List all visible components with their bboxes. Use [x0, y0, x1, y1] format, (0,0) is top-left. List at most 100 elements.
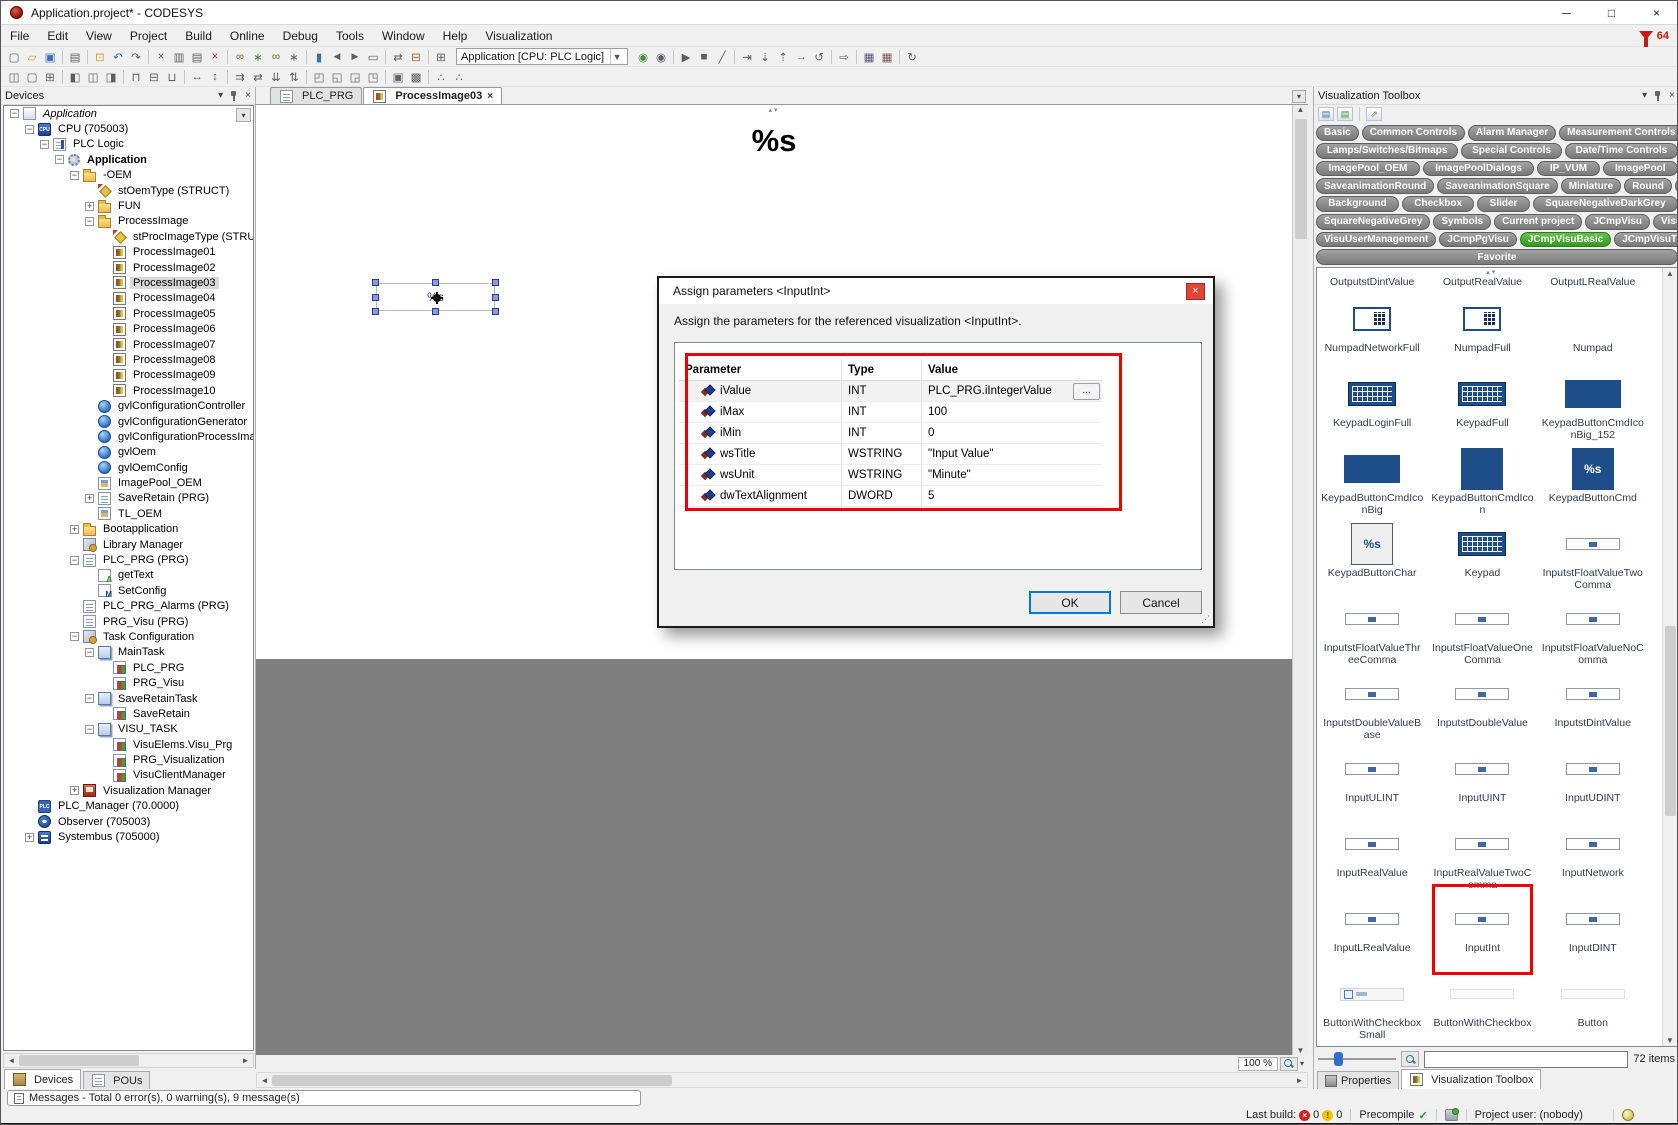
- category-button[interactable]: Favorite: [1316, 249, 1678, 265]
- minimize-button[interactable]: ─: [1544, 1, 1589, 24]
- menu-item-visualization[interactable]: Visualization: [476, 25, 561, 47]
- search-button[interactable]: [1401, 1051, 1419, 1067]
- tree-item[interactable]: gvlConfigurationGenerator: [4, 414, 253, 429]
- previous-bookmark-icon[interactable]: ◄: [328, 48, 346, 65]
- tree-item[interactable]: gvlOemConfig: [4, 460, 253, 475]
- insert-frame-icon[interactable]: ▤: [1337, 107, 1353, 121]
- run-to-cursor-icon[interactable]: →: [792, 48, 810, 65]
- param-value-cell[interactable]: "Minute": [922, 465, 1102, 485]
- tree-item[interactable]: SaveRetain: [4, 706, 253, 721]
- scrollbar-thumb[interactable]: [19, 1055, 139, 1066]
- tree-expander-icon[interactable]: +: [70, 525, 79, 534]
- align-hcenter-icon[interactable]: ⊟: [145, 68, 163, 85]
- pin-icon[interactable]: [229, 90, 239, 102]
- menu-item-build[interactable]: Build: [176, 25, 221, 47]
- toolbox-item[interactable]: Button: [1538, 969, 1648, 1044]
- panel-tab-visualization-toolbox[interactable]: Visualization Toolbox: [1401, 1069, 1541, 1089]
- category-button[interactable]: Slider: [1477, 196, 1529, 212]
- parameter-row[interactable]: iValueINTPLC_PRG.iIntegerValue...: [679, 381, 1102, 402]
- tree-item[interactable]: +Systembus (705000): [4, 829, 253, 844]
- menu-item-file[interactable]: File: [1, 25, 38, 47]
- space-horizontal-icon[interactable]: ⇉: [231, 68, 249, 85]
- pragma-filter-icon[interactable]: [1639, 31, 1653, 40]
- tree-expander-icon[interactable]: −: [55, 155, 64, 164]
- tree-item[interactable]: +Bootapplication: [4, 522, 253, 537]
- bring-to-front-icon[interactable]: ◲: [346, 68, 364, 85]
- resize-handle[interactable]: [492, 308, 499, 315]
- category-button[interactable]: ImagePoolDialogs: [1423, 161, 1535, 177]
- tree-item[interactable]: −MainTask: [4, 645, 253, 660]
- panel-menu-icon[interactable]: ▾: [1642, 90, 1647, 101]
- toolbox-item[interactable]: OutputRealValue: [1427, 274, 1537, 288]
- space-vertical-icon[interactable]: ⇊: [267, 68, 285, 85]
- tree-item[interactable]: ProcessImage02: [4, 260, 253, 275]
- tree-item[interactable]: ProcessImage05: [4, 306, 253, 321]
- bookmark-icon[interactable]: ▮: [310, 48, 328, 65]
- toolbox-item[interactable]: ButtonWithCheckbox: [1427, 969, 1537, 1044]
- param-value-cell[interactable]: PLC_PRG.iIntegerValue...: [922, 381, 1102, 401]
- menu-item-window[interactable]: Window: [373, 25, 434, 47]
- toolbox-item[interactable]: InputRealValue: [1317, 819, 1427, 894]
- tree-item[interactable]: −SaveRetainTask: [4, 691, 253, 706]
- sidebar-tab-pous[interactable]: POUs: [83, 1071, 150, 1089]
- category-button[interactable]: Checkbox: [1402, 196, 1474, 212]
- find-icon[interactable]: ∞: [231, 48, 249, 65]
- replace-next-icon[interactable]: ∗: [285, 48, 303, 65]
- pin-icon[interactable]: [1653, 90, 1663, 102]
- rotation-anchor-icon[interactable]: [433, 294, 441, 302]
- tree-expander-icon[interactable]: +: [85, 494, 94, 503]
- panel-tab-properties[interactable]: Properties: [1317, 1071, 1399, 1089]
- category-button[interactable]: SquareNegativeDarkGrey: [1533, 196, 1678, 212]
- toolbox-item[interactable]: InputDINT: [1538, 894, 1648, 969]
- category-button[interactable]: VisuDialogs: [1653, 214, 1678, 230]
- category-button[interactable]: Date/Time Controls: [1565, 143, 1678, 159]
- menu-item-edit[interactable]: Edit: [38, 25, 77, 47]
- redo-icon[interactable]: ↷: [127, 48, 145, 65]
- visualization-settings-icon[interactable]: ∴: [450, 68, 468, 85]
- category-button[interactable]: Symbols: [1433, 214, 1491, 230]
- zoom-level[interactable]: 100 %: [1238, 1057, 1278, 1071]
- scroll-right-icon[interactable]: ►: [1292, 1076, 1307, 1085]
- next-bookmark-icon[interactable]: ►: [346, 48, 364, 65]
- dialog-title-bar[interactable]: Assign parameters <InputInt> ×: [659, 278, 1213, 304]
- step-out-icon[interactable]: ⇡: [774, 48, 792, 65]
- tree-item[interactable]: SetConfig: [4, 583, 253, 598]
- toolbox-item[interactable]: Keypad: [1427, 519, 1537, 594]
- editor-vertical-scrollbar[interactable]: ▲ ▼: [1292, 105, 1308, 1055]
- tree-item[interactable]: ProcessImage09: [4, 368, 253, 383]
- menu-item-project[interactable]: Project: [121, 25, 176, 47]
- order-forward-icon[interactable]: ◰: [310, 68, 328, 85]
- tree-expander-icon[interactable]: −: [85, 725, 94, 734]
- toolbox-item[interactable]: InputRealValueTwoComma: [1427, 819, 1537, 894]
- tree-item[interactable]: gvlConfigurationProcessImage: [4, 429, 253, 444]
- grid-icon[interactable]: ⊞: [41, 68, 59, 85]
- category-button[interactable]: Measurement Controls: [1559, 125, 1678, 141]
- tree-item[interactable]: PRG_Visualization: [4, 752, 253, 767]
- canvas-splitter-icon[interactable]: ▴▾: [768, 106, 779, 114]
- resize-handle[interactable]: [372, 279, 379, 286]
- tree-item[interactable]: −PLC_PRG (PRG): [4, 552, 253, 567]
- panel-menu-icon[interactable]: ▾: [218, 90, 223, 101]
- close-button[interactable]: ×: [1634, 1, 1678, 24]
- align-top-icon[interactable]: ⊓: [127, 68, 145, 85]
- menu-item-debug[interactable]: Debug: [274, 25, 327, 47]
- scroll-down-icon[interactable]: ▼: [1663, 1036, 1677, 1045]
- align-vcenter-icon[interactable]: ◫: [84, 68, 102, 85]
- tree-expander-icon[interactable]: −: [70, 632, 79, 641]
- menu-item-tools[interactable]: Tools: [327, 25, 373, 47]
- editor-horizontal-scrollbar[interactable]: ◄ ►: [256, 1072, 1308, 1088]
- tab-list-dropdown-icon[interactable]: ▾: [1292, 90, 1306, 103]
- same-height-icon[interactable]: ↕: [206, 68, 224, 85]
- tree-expander-icon[interactable]: −: [10, 109, 19, 118]
- scroll-left-icon[interactable]: ◄: [4, 1056, 19, 1065]
- resize-handle[interactable]: [492, 279, 499, 286]
- tree-item[interactable]: stOemType (STRUCT): [4, 183, 253, 198]
- category-button[interactable]: SaveanimationRound: [1316, 178, 1434, 194]
- toolbox-scrollbar[interactable]: ▲ ▼: [1662, 268, 1677, 1046]
- tree-item[interactable]: −PLC Logic: [4, 137, 253, 152]
- tree-item[interactable]: gvlOem: [4, 445, 253, 460]
- find-next-icon[interactable]: ∗: [249, 48, 267, 65]
- logout-icon[interactable]: ◉: [652, 48, 670, 65]
- save-icon[interactable]: ▣: [41, 48, 59, 65]
- tree-item[interactable]: PRG_Visu (PRG): [4, 614, 253, 629]
